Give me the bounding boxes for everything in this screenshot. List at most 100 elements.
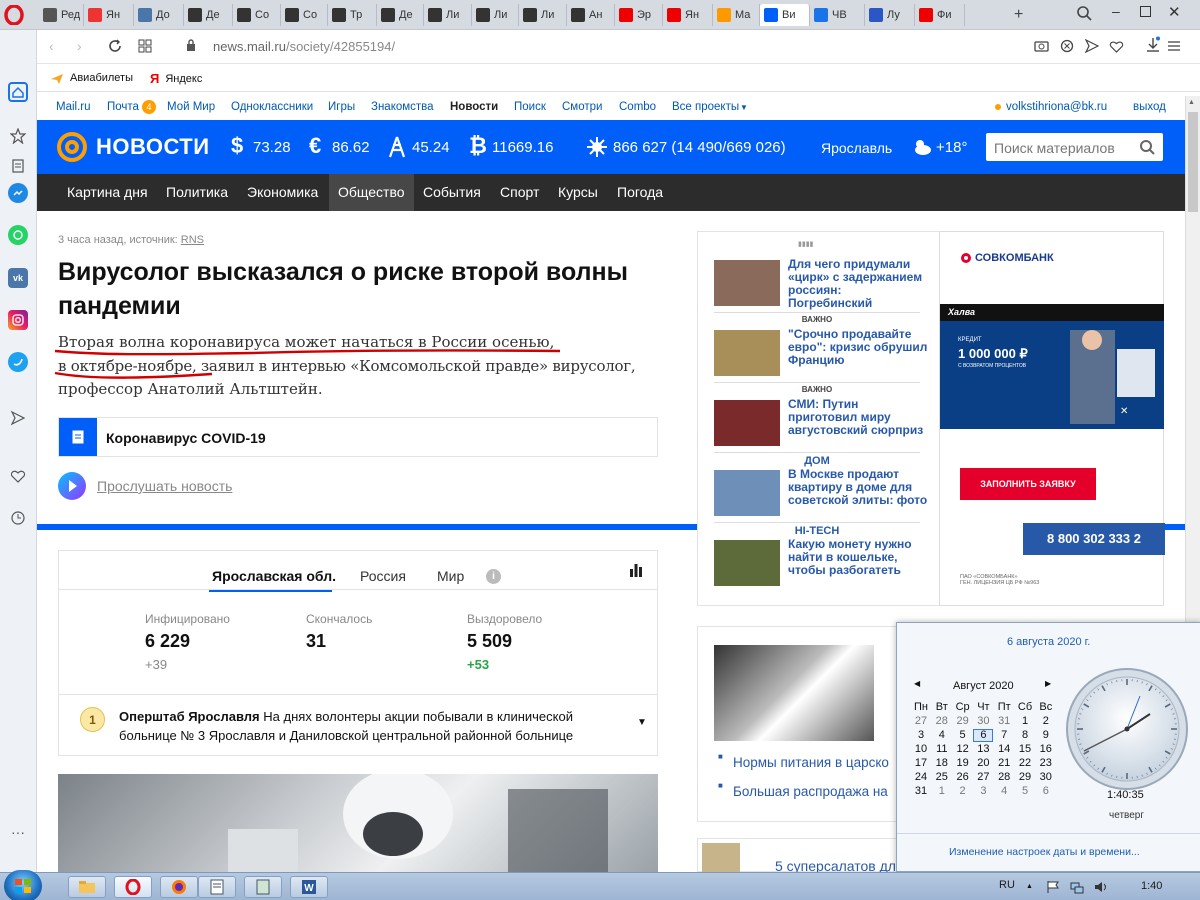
tab-russia[interactable]: Россия (360, 568, 406, 584)
favorite-heart-icon[interactable] (1109, 39, 1124, 53)
ad-cta-button[interactable]: ЗАПОЛНИТЬ ЗАЯВКУ (960, 468, 1096, 500)
browser-tab[interactable]: Тр (328, 4, 377, 26)
nav-item-politics[interactable]: Политика (157, 174, 237, 211)
calendar-day[interactable]: 4 (932, 729, 952, 741)
side-news-thumbnail[interactable] (714, 330, 780, 376)
scroll-up-icon[interactable]: ▲ (1188, 99, 1195, 106)
clock-icon[interactable] (8, 508, 28, 528)
home-icon[interactable] (8, 82, 28, 102)
portal-link-all[interactable]: Все проекты (672, 101, 739, 113)
side-news-link[interactable]: В Москве продают квартиру в доме для сов… (788, 468, 928, 507)
sovcombank-ad[interactable]: СОВКОМБАНК Халва КРЕДИТ 1 000 000 ₽ С ВО… (939, 231, 1165, 606)
flag-icon[interactable] (1046, 880, 1060, 894)
calendar-day[interactable]: 10 (911, 743, 931, 755)
calendar-day[interactable]: 4 (994, 785, 1014, 797)
forward-icon[interactable]: › (77, 38, 82, 54)
browser-tab[interactable]: Де (377, 4, 424, 26)
settings-menu-icon[interactable] (1167, 39, 1181, 53)
calendar-day[interactable]: 6 (1036, 785, 1056, 797)
city-name[interactable]: Ярославль (821, 140, 892, 156)
browser-tab[interactable]: Де (184, 4, 233, 26)
change-datetime-link[interactable]: Изменение настроек даты и времени... (949, 846, 1140, 858)
calendar-day[interactable]: 12 (953, 743, 973, 755)
taskbar-notepad-icon[interactable] (198, 876, 236, 898)
article-source-link[interactable]: RNS (181, 234, 204, 246)
prev-month-icon[interactable]: ◀ (914, 679, 920, 688)
browser-tab[interactable]: Ан (567, 4, 615, 26)
calendar-day[interactable]: 3 (973, 785, 993, 797)
calendar-day[interactable]: 28 (994, 771, 1014, 783)
calendar-day[interactable]: 9 (1036, 729, 1056, 741)
browser-tab[interactable]: Фи (915, 4, 965, 26)
tray-expand-icon[interactable]: ▲ (1026, 883, 1033, 890)
heart-icon[interactable] (8, 466, 28, 486)
calendar-day[interactable]: 5 (953, 729, 973, 741)
browser-tab[interactable]: Ли (519, 4, 567, 26)
portal-link-combo[interactable]: Combo (619, 101, 656, 113)
nav-item-events[interactable]: События (414, 174, 490, 211)
search-icon[interactable] (1139, 139, 1155, 155)
close-window-icon[interactable]: ✕ (1168, 3, 1181, 21)
network-icon[interactable] (1070, 880, 1084, 894)
volume-icon[interactable] (1094, 880, 1108, 894)
browser-tab[interactable]: Лу (865, 4, 915, 26)
portal-link-search[interactable]: Поиск (514, 101, 546, 113)
alice-play-icon[interactable] (58, 466, 86, 506)
side-news-link[interactable]: Для чего придумали «цирк» с задержанием … (788, 258, 928, 310)
listen-link[interactable]: Прослушать новость (97, 478, 232, 494)
browser-tab[interactable]: Ли (424, 4, 472, 26)
calendar-day[interactable]: 2 (1036, 715, 1056, 727)
bar-chart-icon[interactable] (629, 563, 643, 577)
search-tabs-icon[interactable] (1076, 5, 1092, 21)
side-news-link[interactable]: "Срочно продавайте евро": кризис обрушил… (788, 328, 928, 367)
minimize-icon[interactable]: – (1112, 3, 1120, 19)
calendar-day[interactable]: 15 (1015, 743, 1035, 755)
portal-link-ok[interactable]: Одноклассники (231, 101, 313, 113)
new-tab-icon[interactable]: + (1014, 6, 1023, 24)
side-news-thumbnail[interactable] (714, 540, 780, 586)
salad-photo[interactable] (702, 843, 740, 873)
taskbar-app-icon[interactable] (244, 876, 282, 898)
calendar-day[interactable]: 18 (932, 757, 952, 769)
tag-covid-card[interactable]: Коронавирус COVID-19 (58, 417, 658, 457)
send-icon[interactable] (8, 408, 28, 428)
portal-link-watch[interactable]: Смотри (562, 101, 602, 113)
ad-video[interactable]: Халва КРЕДИТ 1 000 000 ₽ С ВОЗВРАТОМ ПРО… (940, 304, 1164, 429)
news-logo-text[interactable]: НОВОСТИ (96, 134, 210, 160)
browser-tab[interactable]: Эр (615, 4, 663, 26)
browser-tab[interactable]: Ма (713, 4, 760, 26)
start-button-icon[interactable] (4, 870, 42, 900)
calendar-day[interactable]: 16 (1036, 743, 1056, 755)
nav-item-picture-of-day[interactable]: Картина дня (58, 174, 157, 211)
side-news-thumbnail[interactable] (714, 470, 780, 516)
browser-tab[interactable]: Со (281, 4, 328, 26)
calendar-day[interactable]: 17 (911, 757, 931, 769)
back-icon[interactable]: ‹ (49, 38, 54, 54)
portal-link-news[interactable]: Новости (450, 101, 498, 113)
browser-tab[interactable]: Ян (663, 4, 713, 26)
temperature[interactable]: +18° (936, 139, 967, 156)
calendar-day[interactable]: 5 (1015, 785, 1035, 797)
calendar-day[interactable]: 25 (932, 771, 952, 783)
whatsapp-icon[interactable] (8, 225, 28, 245)
side-news-link[interactable]: Какую монету нужно найти в кошельке, что… (788, 538, 928, 577)
nav-item-economy[interactable]: Экономика (238, 174, 327, 211)
taskbar-explorer-icon[interactable] (68, 876, 106, 898)
eur-rate[interactable]: 86.62 (332, 139, 370, 156)
maximize-icon[interactable] (1140, 6, 1151, 17)
language-indicator[interactable]: RU (999, 879, 1015, 891)
info-icon[interactable]: i (486, 569, 501, 584)
download-icon[interactable] (1145, 36, 1161, 54)
logout-link[interactable]: выход (1133, 101, 1166, 113)
url-input[interactable]: news.mail.ru/society/42855194/ (213, 39, 395, 54)
calendar-day[interactable]: 1 (932, 785, 952, 797)
portal-link-mailru[interactable]: Mail.ru (56, 101, 91, 113)
calendar-day[interactable]: 29 (953, 715, 973, 727)
portal-link-dating[interactable]: Знакомства (371, 101, 434, 113)
portal-link-mymir[interactable]: Мой Мир (167, 101, 215, 113)
more-icon[interactable]: ··· (8, 822, 28, 842)
reload-icon[interactable] (108, 39, 122, 53)
calendar-day[interactable]: 29 (1015, 771, 1035, 783)
nav-item-society[interactable]: Общество (329, 174, 414, 211)
hq-news-line1[interactable]: Оперштаб Ярославля На днях волонтеры акц… (119, 709, 573, 724)
